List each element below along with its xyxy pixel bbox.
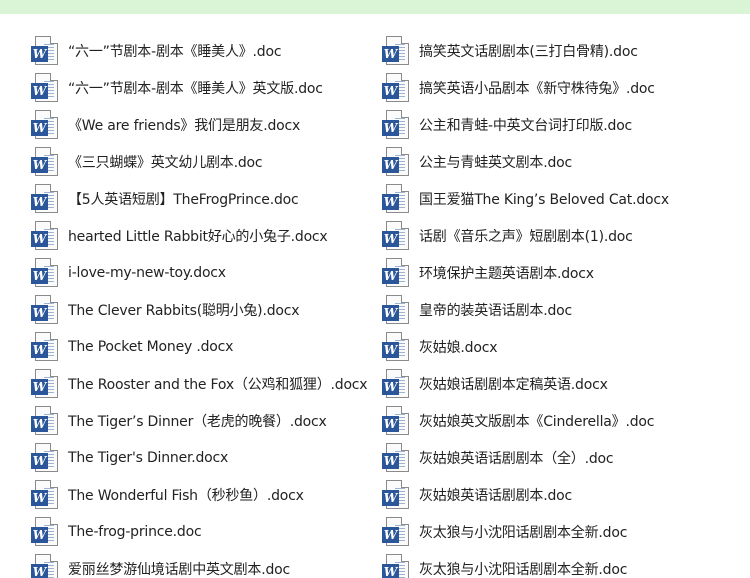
file-item[interactable]: W The Pocket Money .docx xyxy=(31,328,367,365)
file-item[interactable]: W 灰姑娘英语话剧剧本（全）.doc xyxy=(382,439,669,476)
file-name: 国王爱猫The King’s Beloved Cat.docx xyxy=(419,191,669,208)
file-item[interactable]: W The Tiger's Dinner.docx xyxy=(31,439,367,476)
file-item[interactable]: W 公主与青蛙英文剧本.doc xyxy=(382,143,669,180)
word-document-icon: W xyxy=(31,516,59,547)
file-item[interactable]: W 灰姑娘.docx xyxy=(382,328,669,365)
file-name: 《三只蝴蝶》英文幼儿剧本.doc xyxy=(68,154,263,171)
word-document-icon: W xyxy=(31,553,59,578)
word-document-icon: W xyxy=(31,405,59,436)
word-document-icon: W xyxy=(382,220,410,251)
file-list-left: W “六一”节剧本-剧本《睡美人》.doc W “六一”节剧本-剧本《睡美人》英文版.… xyxy=(31,32,368,578)
file-name: The-frog-prince.doc xyxy=(68,523,202,540)
file-name: 灰太狼与小沈阳话剧剧本全新.doc xyxy=(419,561,628,578)
file-name: 爱丽丝梦游仙境话剧中英文剧本.doc xyxy=(68,561,290,578)
word-document-icon: W xyxy=(382,35,410,66)
word-document-icon: W xyxy=(382,405,410,436)
word-document-icon: W xyxy=(31,183,59,214)
file-name: The Pocket Money .docx xyxy=(68,338,234,355)
file-item[interactable]: W The Clever Rabbits(聪明小兔).docx xyxy=(31,291,367,328)
file-item[interactable]: W 环境保护主题英语剧本.docx xyxy=(382,254,669,291)
file-name: 灰姑娘.docx xyxy=(419,339,498,356)
word-document-icon: W xyxy=(382,553,410,578)
file-name: 灰姑娘英文版剧本《Cinderella》.doc xyxy=(419,413,655,430)
word-document-icon: W xyxy=(31,257,59,288)
file-item[interactable]: Whearted Little Rabbit好心的小兔子.docx xyxy=(31,217,367,254)
file-item[interactable]: W 公主和青蛙-中英文台词打印版.doc xyxy=(382,106,669,143)
word-document-icon: W xyxy=(382,516,410,547)
word-document-icon: W xyxy=(31,331,59,362)
file-name: “六一”节剧本-剧本《睡美人》英文版.doc xyxy=(68,80,323,97)
file-name: The Rooster and the Fox（公鸡和狐狸）.docx xyxy=(68,376,368,393)
file-name: hearted Little Rabbit好心的小兔子.docx xyxy=(68,228,328,245)
word-document-icon: W xyxy=(31,146,59,177)
word-document-icon: W xyxy=(382,109,410,140)
word-document-icon: W xyxy=(382,146,410,177)
file-name: 灰姑娘英语话剧剧本.doc xyxy=(419,487,572,504)
file-name: The Clever Rabbits(聪明小兔).docx xyxy=(68,302,300,319)
file-item[interactable]: Wi-love-my-new-toy.docx xyxy=(31,254,367,291)
word-document-icon: W xyxy=(382,294,410,325)
file-item[interactable]: W 爱丽丝梦游仙境话剧中英文剧本.doc xyxy=(31,550,367,578)
file-item[interactable]: W 国王爱猫The King’s Beloved Cat.docx xyxy=(382,180,669,217)
file-name: 灰太狼与小沈阳话剧剧本全新.doc xyxy=(419,524,628,541)
file-name: 《We are friends》我们是朋友.docx xyxy=(68,117,301,134)
file-item[interactable]: W 【5人英语短剧】TheFrogPrince.doc xyxy=(31,180,367,217)
file-name: The Tiger’s Dinner（老虎的晚餐）.docx xyxy=(68,413,327,430)
file-name: 环境保护主题英语剧本.docx xyxy=(419,265,594,282)
file-item[interactable]: W 灰太狼与小沈阳话剧剧本全新.doc xyxy=(382,550,669,578)
word-document-icon: W xyxy=(382,479,410,510)
top-bar xyxy=(0,0,750,14)
file-item[interactable]: W The Rooster and the Fox（公鸡和狐狸）.docx xyxy=(31,365,368,402)
file-name: The Wonderful Fish（秒秒鱼）.docx xyxy=(68,487,304,504)
word-document-icon: W xyxy=(31,442,59,473)
word-document-icon: W xyxy=(31,368,59,399)
word-document-icon: W xyxy=(382,331,410,362)
word-document-icon: W xyxy=(31,479,59,510)
file-item[interactable]: W “六一”节剧本-剧本《睡美人》.doc xyxy=(31,32,367,69)
file-item[interactable]: W 皇帝的装英语话剧本.doc xyxy=(382,291,669,328)
file-item[interactable]: W The Wonderful Fish（秒秒鱼）.docx xyxy=(31,476,367,513)
file-name: 搞笑英文话剧剧本(三打白骨精).doc xyxy=(419,43,638,60)
file-name: 公主与青蛙英文剧本.doc xyxy=(419,154,572,171)
file-item[interactable]: W 灰姑娘英文版剧本《Cinderella》.doc xyxy=(382,402,669,439)
file-item[interactable]: W The-frog-prince.doc xyxy=(31,513,367,550)
file-name: 灰姑娘话剧剧本定稿英语.docx xyxy=(419,376,608,393)
file-item[interactable]: W 搞笑英文话剧剧本(三打白骨精).doc xyxy=(382,32,669,69)
file-name: 灰姑娘英语话剧剧本（全）.doc xyxy=(419,450,614,467)
word-document-icon: W xyxy=(31,72,59,103)
file-item[interactable]: W 灰姑娘话剧剧本定稿英语.docx xyxy=(382,365,669,402)
word-document-icon: W xyxy=(31,220,59,251)
word-document-icon: W xyxy=(382,442,410,473)
word-document-icon: W xyxy=(31,35,59,66)
file-name: The Tiger's Dinner.docx xyxy=(68,449,229,466)
file-name: 皇帝的装英语话剧本.doc xyxy=(419,302,572,319)
word-document-icon: W xyxy=(382,368,410,399)
file-item[interactable]: W 《We are friends》我们是朋友.docx xyxy=(31,106,367,143)
file-name: “六一”节剧本-剧本《睡美人》.doc xyxy=(68,43,282,60)
word-document-icon: W xyxy=(382,183,410,214)
file-item[interactable]: W “六一”节剧本-剧本《睡美人》英文版.doc xyxy=(31,69,367,106)
file-item[interactable]: W 灰姑娘英语话剧剧本.doc xyxy=(382,476,669,513)
file-item[interactable]: W The Tiger’s Dinner（老虎的晚餐）.docx xyxy=(31,402,367,439)
file-name: i-love-my-new-toy.docx xyxy=(68,264,226,281)
word-document-icon: W xyxy=(382,72,410,103)
file-item[interactable]: W 话剧《音乐之声》短剧剧本(1).doc xyxy=(382,217,669,254)
file-name: 【5人英语短剧】TheFrogPrince.doc xyxy=(68,191,299,208)
word-document-icon: W xyxy=(382,257,410,288)
file-item[interactable]: W 搞笑英语小品剧本《新守株待兔》.doc xyxy=(382,69,669,106)
file-list-right: W 搞笑英文话剧剧本(三打白骨精).doc W 搞笑英语小品剧本《新守株待兔》.doc… xyxy=(382,32,669,578)
file-name: 公主和青蛙-中英文台词打印版.doc xyxy=(419,117,633,134)
file-item[interactable]: W 灰太狼与小沈阳话剧剧本全新.doc xyxy=(382,513,669,550)
file-name: 话剧《音乐之声》短剧剧本(1).doc xyxy=(419,228,633,245)
file-item[interactable]: W 《三只蝴蝶》英文幼儿剧本.doc xyxy=(31,143,367,180)
file-name: 搞笑英语小品剧本《新守株待兔》.doc xyxy=(419,80,655,97)
word-document-icon: W xyxy=(31,109,59,140)
word-document-icon: W xyxy=(31,294,59,325)
